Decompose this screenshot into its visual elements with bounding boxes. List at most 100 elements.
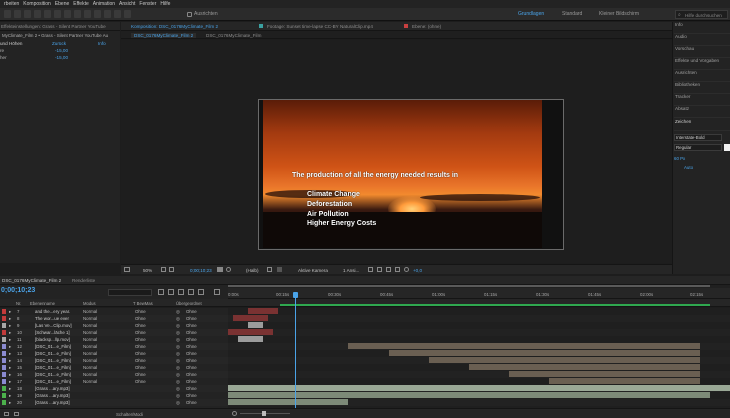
- panel-vorschau[interactable]: Vorschau: [674, 46, 730, 58]
- tab-footage[interactable]: Footage: Sunset time-lapse CC-BY Natural…: [267, 24, 373, 29]
- layer-name[interactable]: [DSC_01...e_Film]: [35, 365, 71, 370]
- region-of-interest-icon[interactable]: [267, 267, 272, 272]
- frame-blending-icon[interactable]: [188, 289, 194, 295]
- layer-trackmatte-select[interactable]: Ohne: [135, 351, 146, 356]
- layer-label-color[interactable]: [2, 372, 6, 377]
- zoom-slider-thumb[interactable]: [262, 411, 266, 416]
- panel-libraries[interactable]: Bibliotheken: [674, 82, 730, 94]
- layer-duration-bar[interactable]: [428, 357, 700, 363]
- layer-label-color[interactable]: [2, 379, 6, 384]
- brush-tool-icon[interactable]: [84, 10, 91, 18]
- layer-parent-select[interactable]: Ohne: [186, 323, 197, 328]
- menu-ebene[interactable]: Ebene: [55, 1, 69, 7]
- layer-parent-select[interactable]: Ohne: [186, 365, 197, 370]
- layer-mode-select[interactable]: Normal: [83, 344, 97, 349]
- mask-tool-icon[interactable]: [54, 10, 61, 18]
- preview-icon[interactable]: [124, 267, 130, 272]
- layer-name[interactable]: [blacksp...llp.mov]: [35, 337, 70, 342]
- rotate-tool-icon[interactable]: [24, 10, 31, 18]
- layer-duration-bar[interactable]: [228, 399, 349, 405]
- layer-trackmatte-select[interactable]: Ohne: [135, 309, 146, 314]
- layer-row[interactable]: ▸ 9 [Las Ve...Clip.mov] Normal Ohne ◎ Ohne: [0, 322, 228, 329]
- layer-duration-bar[interactable]: [388, 350, 700, 356]
- tracking-value[interactable]: Auto: [684, 165, 693, 170]
- layer-row[interactable]: ▸ 11 [blacksp...llp.mov] Normal Ohne ◎ Ohne: [0, 336, 228, 343]
- layer-mode-select[interactable]: Normal: [83, 337, 97, 342]
- layer-name[interactable]: [Grass ...ary.mp3]: [35, 386, 70, 391]
- tab-timeline[interactable]: DSC_0176MyClimate_Film 2: [2, 278, 61, 283]
- menu-animation[interactable]: Animation: [93, 1, 115, 7]
- subtab-film[interactable]: DSC_0176MyClimate_Film: [206, 33, 261, 38]
- menu-effekte[interactable]: Effekte: [73, 1, 88, 7]
- layer-parent-select[interactable]: Ohne: [186, 386, 197, 391]
- layer-trackmatte-select[interactable]: Ohne: [135, 316, 146, 321]
- layer-name[interactable]: [Grass ...ary.mp3]: [35, 400, 70, 405]
- comp-flowchart-icon[interactable]: [158, 289, 164, 295]
- font-family-select[interactable]: Interstate-Bold: [674, 134, 722, 141]
- resolution-select[interactable]: (Halb): [246, 268, 259, 273]
- tab-composition[interactable]: Komposition: DSC_0176MyClimate_Film 2: [131, 24, 218, 29]
- shy-layers-icon[interactable]: [178, 289, 184, 295]
- panel-character[interactable]: Zeichen: [674, 119, 730, 131]
- layer-row[interactable]: ▸ 7 and the...ery year. Normal Ohne ◎ Ohne: [0, 308, 228, 315]
- layer-mode-select[interactable]: Normal: [83, 365, 97, 370]
- exposure-reset-icon[interactable]: [404, 267, 409, 272]
- layer-label-color[interactable]: [2, 323, 6, 328]
- layer-mode-select[interactable]: Normal: [83, 358, 97, 363]
- layer-trackmatte-select[interactable]: Ohne: [135, 372, 146, 377]
- layer-name[interactable]: [DSC_01...e_Film]: [35, 379, 71, 384]
- draft-3d-icon[interactable]: [168, 289, 174, 295]
- layer-duration-bar[interactable]: [228, 392, 710, 398]
- expand-arrow-icon[interactable]: ▸: [9, 400, 11, 406]
- param-value[interactable]: -15,00: [55, 48, 68, 53]
- layer-duration-bar[interactable]: [228, 329, 274, 335]
- layer-mode-select[interactable]: Normal: [83, 372, 97, 377]
- zoom-tool-icon[interactable]: [14, 10, 21, 18]
- layer-duration-bar[interactable]: [348, 343, 700, 349]
- layer-duration-bar[interactable]: [248, 308, 279, 314]
- layer-label-color[interactable]: [2, 365, 6, 370]
- layer-name[interactable]: [Las Ve...Clip.mov]: [35, 323, 72, 328]
- toggle-pixel-icon[interactable]: [368, 267, 373, 272]
- layer-parent-select[interactable]: Ohne: [186, 351, 197, 356]
- layer-trackmatte-select[interactable]: Ohne: [135, 365, 146, 370]
- search-input[interactable]: ⌕ Hilfe durchsuchen: [675, 10, 728, 19]
- snapshot-icon[interactable]: [217, 267, 223, 272]
- timeline-timecode[interactable]: 0;00;10;23: [1, 287, 35, 294]
- layer-label-color[interactable]: [2, 358, 6, 363]
- layer-row[interactable]: ▸ 20 [Grass ...ary.mp3] ◎ Ohne: [0, 399, 228, 406]
- layer-parent-select[interactable]: Ohne: [186, 393, 197, 398]
- camera-tool-icon[interactable]: [34, 10, 41, 18]
- roto-tool-icon[interactable]: [114, 10, 121, 18]
- time-ruler[interactable]: 0:00s 00:15s 00:30s 00:45s 01:00s 01:15s…: [228, 285, 730, 299]
- layer-row[interactable]: ▸ 10 [Schwar...läche 1] Normal Ohne ◎ Ohne: [0, 329, 228, 336]
- layer-row[interactable]: ▸ 16 [DSC_01...e_Film] Normal Ohne ◎ Ohne: [0, 371, 228, 378]
- grid-icon[interactable]: [161, 267, 166, 272]
- layer-duration-bar[interactable]: [248, 322, 264, 328]
- col-layer-name[interactable]: Ebenenname: [30, 301, 55, 306]
- zoom-select[interactable]: 50%: [143, 268, 152, 273]
- panel-paragraph[interactable]: Absatz: [674, 106, 730, 118]
- type-tool-icon[interactable]: [74, 10, 81, 18]
- graph-editor-icon[interactable]: [214, 289, 220, 295]
- hand-tool-icon[interactable]: [4, 10, 11, 18]
- font-style-select[interactable]: Regular: [674, 144, 722, 151]
- param-value[interactable]: -15,00: [55, 55, 68, 60]
- layer-name[interactable]: and the...ery year.: [35, 309, 70, 314]
- tab-render-queue[interactable]: Renderliste: [72, 278, 95, 283]
- font-size-value[interactable]: 60 Px: [674, 156, 685, 161]
- transparency-grid-icon[interactable]: [277, 267, 282, 272]
- layer-mode-select[interactable]: Normal: [83, 323, 97, 328]
- pan-behind-tool-icon[interactable]: [44, 10, 51, 18]
- puppet-tool-icon[interactable]: [124, 10, 131, 18]
- snap-checkbox[interactable]: [187, 12, 192, 17]
- layer-label-color[interactable]: [2, 316, 6, 321]
- work-area-bar[interactable]: [228, 285, 710, 287]
- info-link[interactable]: Info: [98, 41, 106, 46]
- layer-row[interactable]: ▸ 18 [Grass ...ary.mp3] ◎ Ohne: [0, 385, 228, 392]
- layer-parent-select[interactable]: Ohne: [186, 330, 197, 335]
- layer-row[interactable]: ▸ 14 [DSC_01...e_Film] Normal Ohne ◎ Ohne: [0, 357, 228, 364]
- fill-color-swatch[interactable]: [724, 144, 730, 151]
- layer-parent-select[interactable]: Ohne: [186, 358, 197, 363]
- layer-mode-select[interactable]: Normal: [83, 330, 97, 335]
